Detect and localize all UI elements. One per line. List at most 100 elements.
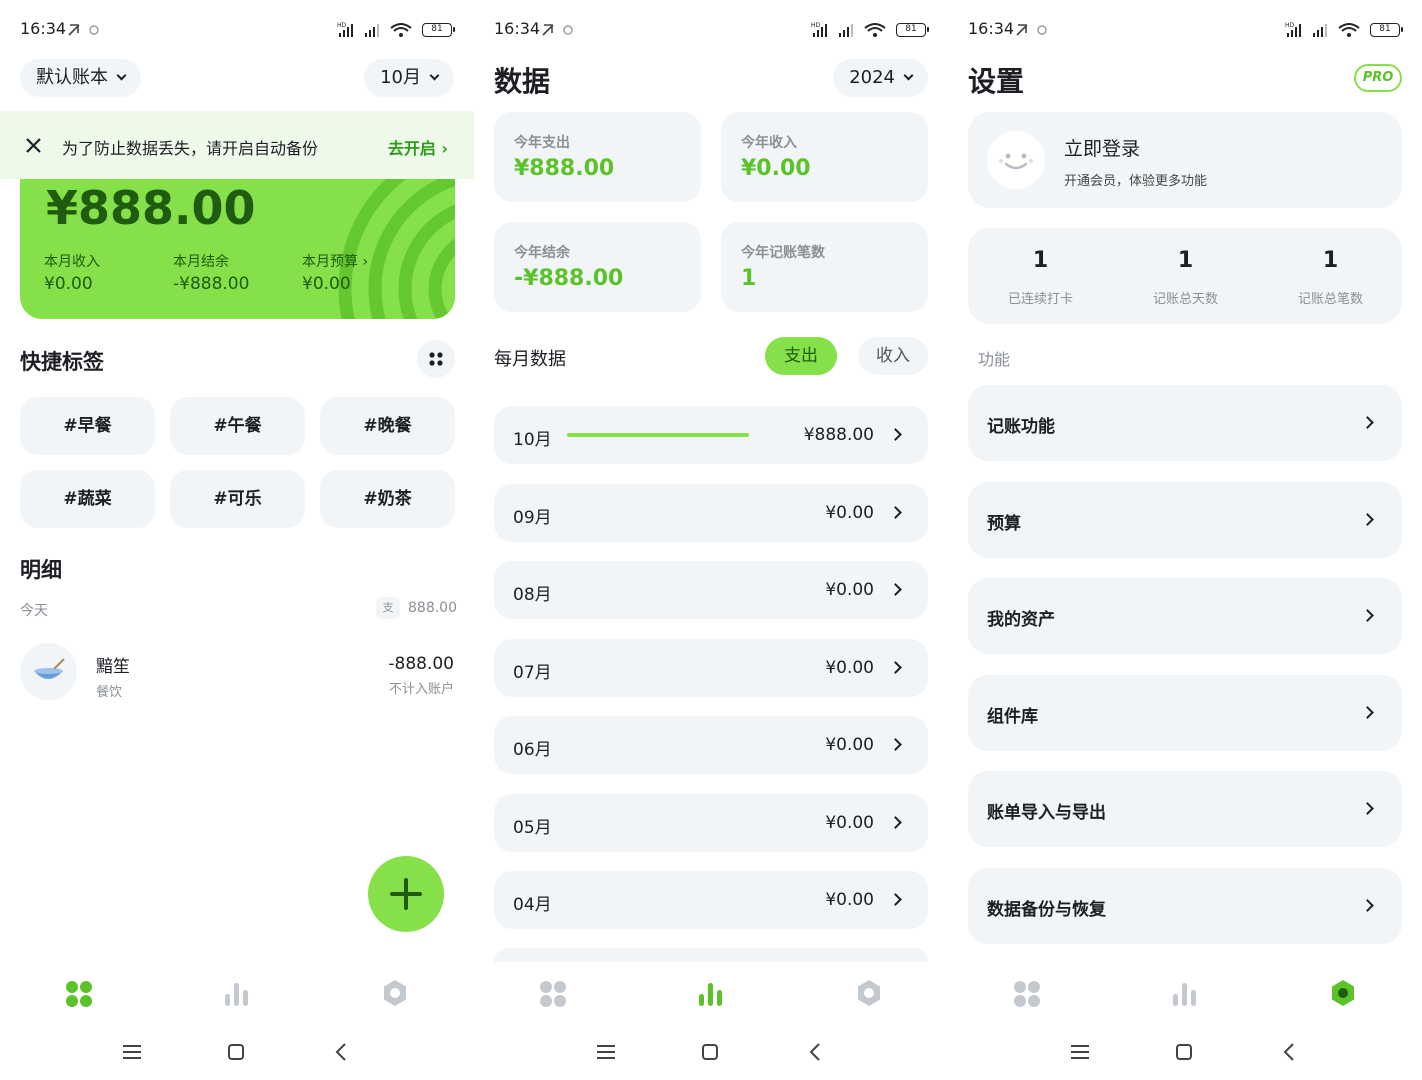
month-row[interactable]: 05月 ¥0.00 (494, 793, 928, 852)
page-title: 设置 (968, 65, 1025, 98)
tag-chip[interactable]: #午餐 (170, 397, 305, 455)
tag-chip[interactable]: #可乐 (170, 470, 305, 528)
svg-text:HD: HD (1285, 22, 1295, 29)
system-nav (948, 1038, 1422, 1066)
month-row[interactable]: 08月 ¥0.00 (494, 561, 928, 619)
settings-icon[interactable] (380, 978, 410, 1008)
section-title: 每月数据 (494, 349, 566, 370)
month-label: 06月 (513, 740, 552, 760)
stat-value: ¥0.00 (741, 156, 811, 181)
settings-screen: 16:34 HD 81 设置 PRO 立即登录 开通会员，体验更多功能 1 已连… (948, 0, 1422, 1080)
chevron-down-icon (429, 70, 440, 81)
settings-icon[interactable] (854, 978, 884, 1008)
home-icon[interactable] (700, 1042, 720, 1062)
section-title: 明细 (20, 558, 62, 582)
status-time: 16:34 (494, 19, 541, 38)
year-selector[interactable]: 2024 (833, 59, 928, 97)
month-label: 04月 (513, 895, 552, 915)
settings-icon[interactable] (1328, 978, 1358, 1008)
settings-menu-item[interactable]: 我的资产 (968, 578, 1402, 654)
month-row[interactable]: 10月 ¥888.00 (494, 406, 928, 464)
category-avatar (20, 643, 77, 700)
notification-icons (542, 24, 573, 36)
home-screen: 16:34 HD 81 默认账本 10月 ¥888.00 本月收入 ¥0.00 … (0, 0, 474, 1080)
chevron-down-icon (903, 70, 914, 81)
chevron-right-icon (889, 660, 902, 674)
year-label: 2024 (849, 67, 895, 88)
back-icon[interactable] (807, 1042, 823, 1062)
back-icon[interactable] (333, 1042, 349, 1062)
home-icon[interactable] (1174, 1042, 1194, 1062)
month-amount: ¥0.00 (825, 502, 874, 523)
home-icon[interactable] (226, 1042, 246, 1062)
day-label: 今天 (20, 603, 48, 619)
month-progress-bar (567, 433, 749, 437)
status-bar: 16:34 HD 81 (474, 0, 948, 60)
menu-item-label: 数据备份与恢复 (987, 899, 1106, 920)
chart-icon[interactable] (1170, 980, 1200, 1008)
menu-icon[interactable] (121, 1043, 143, 1061)
stat-label: 今年结余 (514, 245, 570, 261)
settings-menu-item[interactable]: 账单导入与导出 (968, 771, 1402, 847)
stat-label: 已连续打卡 (1007, 292, 1073, 307)
menu-icon[interactable] (595, 1043, 617, 1061)
tag-chip[interactable]: #蔬菜 (20, 470, 155, 528)
pro-badge[interactable]: PRO (1354, 64, 1402, 92)
balance-card[interactable]: ¥888.00 本月收入 ¥0.00 本月结余 -¥888.00 本月预算 › … (20, 179, 455, 319)
month-row[interactable]: 06月 ¥0.00 (494, 716, 928, 774)
chevron-down-icon (116, 70, 127, 81)
month-amount: ¥0.00 (825, 812, 874, 833)
stat-label: 本月收入 (44, 254, 100, 270)
month-label: 10月 (513, 430, 552, 450)
stat-value: -¥888.00 (173, 274, 250, 294)
back-icon[interactable] (1281, 1042, 1297, 1062)
tag-chip[interactable]: #晚餐 (320, 397, 455, 455)
stat-value: ¥0.00 (302, 274, 351, 294)
settings-menu-item[interactable]: 记账功能 (968, 385, 1402, 461)
enable-backup-link[interactable]: 去开启 › (388, 135, 448, 159)
month-label: 05月 (513, 817, 552, 838)
income-toggle[interactable]: 收入 (858, 337, 928, 375)
budget-link[interactable]: 本月预算 › (302, 251, 368, 271)
month-row[interactable]: 04月 ¥0.00 (494, 871, 928, 929)
battery-indicator: 81 (422, 23, 455, 37)
month-row-partial (494, 948, 928, 962)
notification-icons (68, 24, 99, 36)
chart-icon[interactable] (696, 980, 726, 1008)
transaction-row[interactable]: 黯笙 餐饮 -888.00 不计入账户 (0, 635, 474, 707)
menu-icon[interactable] (1069, 1043, 1091, 1061)
settings-menu-item[interactable]: 组件库 (968, 674, 1402, 751)
chevron-right-icon (889, 583, 902, 596)
month-amount: ¥0.00 (825, 890, 874, 910)
ledger-selector[interactable]: 默认账本 (20, 59, 141, 97)
stat-label: 本月预算 (302, 254, 358, 270)
expense-toggle[interactable]: 支出 (765, 337, 837, 375)
tag-chip[interactable]: #早餐 (20, 397, 155, 455)
month-selector[interactable]: 10月 (364, 59, 454, 97)
bottom-nav (474, 972, 948, 1016)
dashboard-icon[interactable] (538, 980, 568, 1008)
data-screen: 16:34 HD 81 数据 2024 今年支出 ¥888.00 今年收入 ¥0… (474, 0, 948, 1080)
dashboard-icon[interactable] (64, 980, 94, 1008)
login-card[interactable]: 立即登录 开通会员，体验更多功能 (968, 112, 1402, 208)
month-row[interactable]: 09月 ¥0.00 (494, 483, 928, 542)
chevron-right-icon (889, 893, 902, 906)
close-icon[interactable] (25, 137, 42, 154)
svg-text:HD: HD (811, 22, 821, 29)
dashboard-icon[interactable] (1012, 980, 1042, 1008)
tags-grid-button[interactable] (417, 340, 455, 378)
chart-icon[interactable] (222, 980, 252, 1008)
stat-value: 1 (1032, 248, 1049, 273)
month-row[interactable]: 07月 ¥0.00 (494, 638, 928, 697)
settings-menu-item[interactable]: 数据备份与恢复 (968, 867, 1402, 944)
chevron-right-icon (1361, 416, 1374, 429)
stat-value: 1 (741, 266, 757, 291)
stat-value: 1 (1177, 248, 1194, 273)
tag-chip[interactable]: #奶茶 (320, 470, 455, 528)
settings-menu-item[interactable]: 预算 (968, 481, 1402, 558)
chevron-right-icon (889, 505, 902, 519)
stat-value: 1 (1322, 248, 1339, 273)
battery-indicator: 81 (896, 23, 929, 37)
add-record-button[interactable] (368, 856, 444, 932)
transaction-note: 不计入账户 (388, 682, 454, 697)
